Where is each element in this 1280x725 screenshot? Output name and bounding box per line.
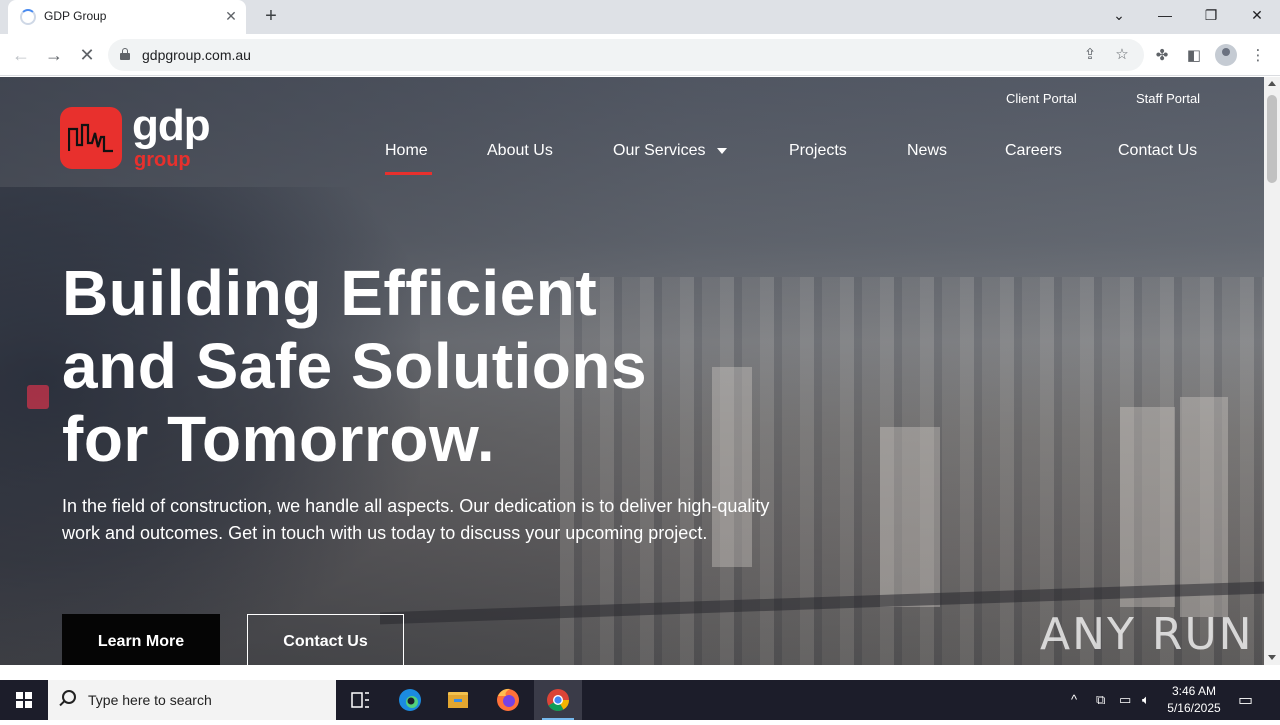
forward-button[interactable]: → — [41, 42, 67, 68]
client-portal-link[interactable]: Client Portal — [1006, 91, 1077, 106]
scroll-up-icon[interactable] — [1268, 81, 1276, 86]
nav-careers[interactable]: Careers — [1005, 142, 1062, 160]
nav-about-us[interactable]: About Us — [487, 142, 553, 160]
new-tab-button[interactable]: + — [259, 5, 283, 29]
network-device-icon[interactable]: ⧉ — [1096, 692, 1105, 708]
firefox-icon[interactable] — [484, 680, 532, 720]
browser-menu-icon[interactable]: ⋮ — [1247, 45, 1269, 67]
address-bar[interactable]: gdpgroup.com.au ⇪ ☆ — [108, 39, 1144, 71]
logo-wave-icon — [68, 123, 113, 153]
share-icon[interactable]: ⇪ — [1080, 45, 1100, 65]
nav-home[interactable]: Home — [385, 142, 428, 160]
task-view-icon[interactable] — [336, 680, 384, 720]
hero-headline: Building Efficient and Safe Solutions fo… — [62, 257, 782, 476]
taskbar-search[interactable]: Type here to search — [48, 680, 336, 720]
notification-center-icon[interactable]: ▭ — [1238, 690, 1253, 710]
side-badge-icon — [27, 385, 49, 409]
browser-tab[interactable]: GDP Group ✕ — [8, 0, 246, 34]
restore-button[interactable]: ❐ — [1188, 0, 1234, 32]
windows-taskbar: Type here to search ^ ⧉ ▭ 🔈︎ 3:46 AM 5/1… — [0, 680, 1280, 720]
bookmark-star-icon[interactable]: ☆ — [1112, 45, 1132, 65]
nav-our-services-label: Our Services — [613, 142, 706, 159]
edge-browser-icon[interactable] — [386, 680, 434, 720]
network-icon[interactable]: ▭ — [1119, 692, 1131, 708]
stop-loading-button[interactable]: ✕ — [74, 42, 100, 68]
tab-title: GDP Group — [44, 9, 107, 23]
hero-subtext: In the field of construction, we handle … — [62, 496, 770, 543]
clock-date: 5/16/2025 — [1167, 701, 1221, 715]
caret-down-icon — [717, 147, 728, 154]
search-icon — [62, 690, 76, 704]
windows-logo-icon — [16, 692, 32, 708]
lock-icon[interactable] — [120, 48, 130, 60]
close-window-button[interactable]: ✕ — [1234, 0, 1280, 32]
profile-avatar-icon[interactable] — [1215, 44, 1237, 66]
side-panel-icon[interactable]: ◧ — [1183, 45, 1205, 67]
building-shape — [1120, 407, 1175, 607]
active-menu-indicator — [385, 172, 432, 175]
page-viewport: gdp group Client Portal Staff Portal Hom… — [0, 77, 1264, 665]
logo-subtext: group — [134, 149, 191, 171]
minimize-button[interactable]: — — [1142, 0, 1188, 32]
headline-line: and Safe Solutions — [62, 330, 648, 402]
building-shape — [880, 427, 940, 607]
extensions-puzzle-icon[interactable]: ✤ — [1151, 45, 1173, 67]
file-explorer-icon[interactable] — [434, 680, 482, 720]
gdp-logo[interactable]: gdp group — [60, 101, 220, 175]
headline-line: for Tomorrow. — [62, 403, 496, 475]
tab-strip: GDP Group ✕ + ⌄ — ❐ ✕ — [0, 0, 1280, 34]
contact-us-button[interactable]: Contact Us — [247, 614, 404, 665]
system-clock[interactable]: 3:46 AM 5/16/2025 — [1162, 683, 1226, 717]
scroll-thumb[interactable] — [1267, 95, 1277, 183]
headline-line: Building Efficient — [62, 257, 598, 329]
url-text[interactable]: gdpgroup.com.au — [142, 47, 251, 63]
logo-text: gdp — [132, 101, 211, 150]
browser-toolbar: ← → ✕ gdpgroup.com.au ⇪ ☆ ✤ ◧ ⋮ — [0, 34, 1280, 76]
volume-icon[interactable]: 🔈︎ — [1142, 692, 1150, 708]
show-hidden-icons-chevron-icon[interactable]: ^ — [1071, 692, 1077, 707]
nav-news[interactable]: News — [907, 142, 947, 160]
nav-projects[interactable]: Projects — [789, 142, 847, 160]
close-tab-icon[interactable]: ✕ — [222, 7, 240, 25]
staff-portal-link[interactable]: Staff Portal — [1136, 91, 1200, 106]
start-button[interactable] — [0, 680, 48, 720]
back-button[interactable]: ← — [8, 42, 34, 68]
logo-mark-icon — [60, 107, 122, 169]
anyrun-watermark: ANY RUN — [1040, 609, 1254, 660]
taskbar-search-placeholder: Type here to search — [88, 692, 212, 708]
scroll-down-icon[interactable] — [1268, 655, 1276, 660]
tab-search-button[interactable]: ⌄ — [1096, 0, 1142, 32]
clock-time: 3:46 AM — [1171, 684, 1217, 698]
page-scrollbar[interactable] — [1264, 77, 1280, 665]
nav-contact-us[interactable]: Contact Us — [1118, 142, 1197, 160]
chrome-icon[interactable] — [534, 680, 582, 720]
loading-spinner-icon — [20, 9, 36, 25]
nav-our-services[interactable]: Our Services — [613, 142, 728, 160]
learn-more-button[interactable]: Learn More — [62, 614, 220, 665]
